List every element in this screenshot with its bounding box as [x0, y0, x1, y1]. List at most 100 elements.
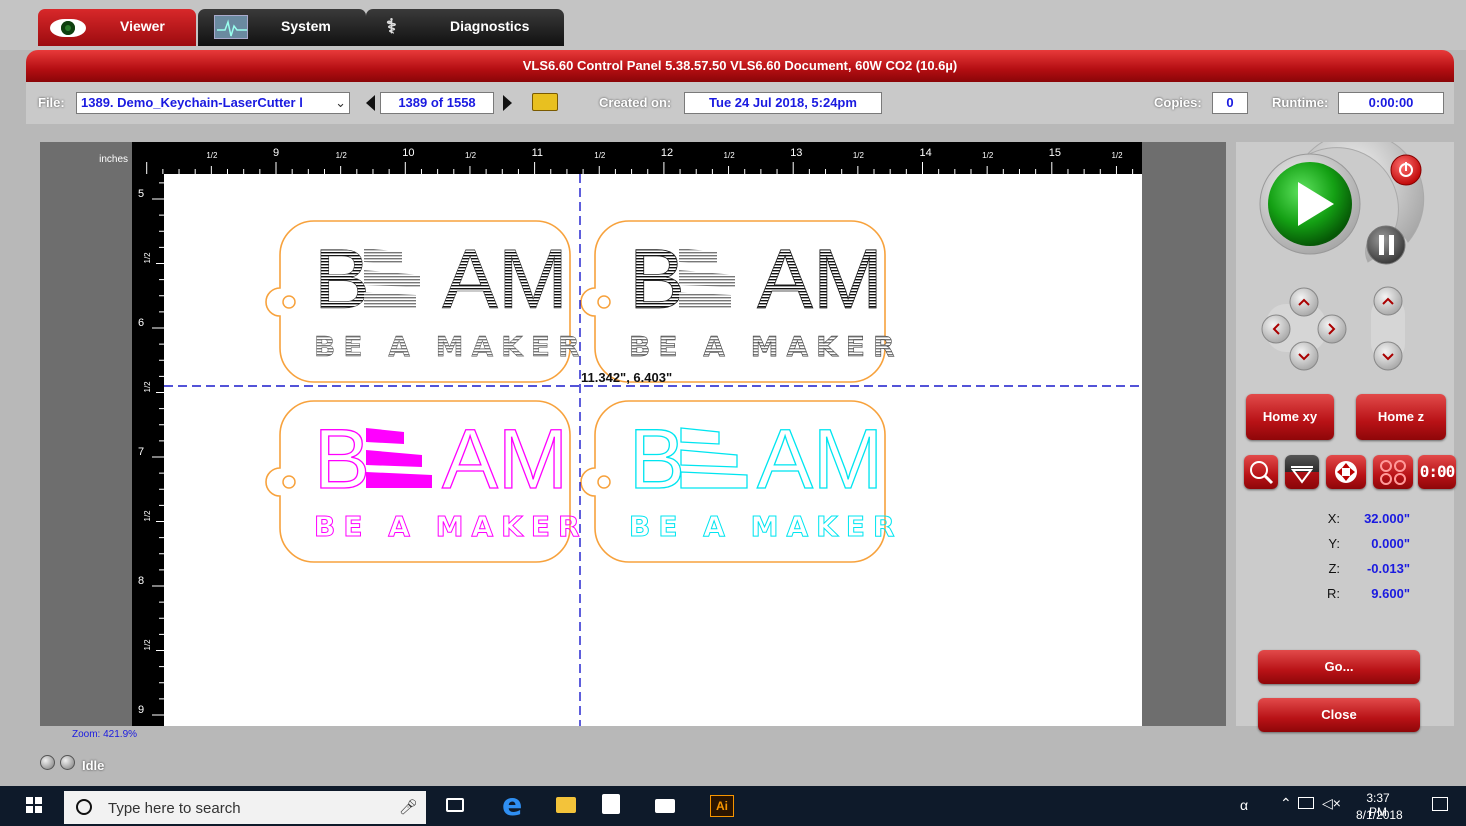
open-folder-icon[interactable]	[532, 93, 558, 111]
store-icon[interactable]	[602, 794, 620, 814]
close-button[interactable]: Close	[1258, 698, 1420, 732]
file-explorer-icon[interactable]	[556, 797, 576, 813]
coord-z-label: Z:	[1328, 561, 1340, 576]
coord-y-value: 0.000"	[1371, 536, 1410, 551]
volume-icon[interactable]: ◁×	[1322, 795, 1341, 812]
job-canvas[interactable]: B AM BE A MAKER B AM BE A MAKER B AM BE …	[164, 174, 1142, 726]
status-bar	[0, 744, 1466, 782]
coord-x-value: 32.000"	[1364, 511, 1410, 526]
tab-system[interactable]: System	[198, 9, 366, 46]
ruler-half-label: 1/2	[143, 252, 152, 264]
taskbar-search[interactable]: Type here to search 🎤︎	[64, 791, 426, 824]
notifications-icon[interactable]	[1432, 797, 1448, 811]
tab-bar: Viewer System ⚕ Diagnostics	[0, 0, 1466, 50]
keychain-e-stripes	[364, 248, 420, 308]
windows-start-icon[interactable]	[26, 797, 42, 813]
clock-date[interactable]: 8/1/2018	[1356, 808, 1403, 822]
pause-button[interactable]	[1366, 225, 1406, 265]
ruler-tick-label: 15	[1049, 147, 1061, 159]
ruler-tick-label: 9	[273, 147, 279, 159]
home-z-button[interactable]: Home z	[1356, 394, 1446, 440]
ruler-half-label: 1/2	[143, 510, 152, 522]
coord-y-label: Y:	[1328, 536, 1340, 551]
microphone-icon[interactable]: 🎤︎	[399, 798, 418, 816]
jog-y-minus-button[interactable]	[1289, 341, 1319, 371]
keychain-magenta[interactable]: B AM BE A MAKER	[265, 400, 588, 563]
home-xy-button[interactable]: Home xy	[1246, 394, 1334, 440]
keychain-tagline: BE A MAKER	[629, 330, 903, 363]
illustrator-icon[interactable]: Ai	[710, 795, 734, 817]
tab-diagnostics[interactable]: ⚕ Diagnostics	[366, 9, 564, 46]
jog-x-minus-button[interactable]	[1261, 314, 1291, 344]
keychain-black-2[interactable]: B AM BE A MAKER	[580, 220, 903, 383]
tab-diagnostics-label: Diagnostics	[450, 18, 530, 34]
focus-icon[interactable]	[1285, 455, 1319, 489]
keychain-tagline: BE A MAKER	[629, 510, 903, 543]
task-view-icon[interactable]	[446, 798, 464, 812]
ruler-tick-label: 9	[138, 704, 144, 716]
go-button[interactable]: Go...	[1258, 650, 1420, 684]
ruler-tick-label: 12	[661, 147, 673, 159]
cortana-icon	[76, 799, 92, 815]
keychain-tagline: BE A MAKER	[314, 330, 588, 363]
runtime-label: Runtime:	[1272, 95, 1329, 110]
chevron-up-icon[interactable]: ⌃	[1280, 795, 1292, 812]
eye-icon	[50, 19, 86, 37]
counter-icon[interactable]: 0:00	[1418, 455, 1456, 489]
keychain-letters-am: AM	[757, 412, 883, 506]
crosshair-readout: 11.342", 6.403"	[581, 370, 672, 385]
jog-y-plus-button[interactable]	[1289, 287, 1319, 317]
mail-icon[interactable]	[655, 799, 675, 813]
keychain-letter-b: B	[629, 412, 685, 506]
key-hole	[282, 295, 296, 309]
edge-icon[interactable]: e	[502, 788, 522, 823]
file-select-value: 1389. Demo_Keychain-LaserCutter l	[81, 95, 303, 110]
zoom-level: Zoom: 421.9%	[72, 729, 138, 740]
jog-z-up-button[interactable]	[1373, 286, 1403, 316]
keychain-e-stripes	[680, 427, 748, 489]
runtime-value: 0:00:00	[1338, 92, 1444, 114]
keychain-letter-b: B	[629, 232, 685, 326]
tab-system-label: System	[281, 18, 331, 34]
file-select[interactable]: 1389. Demo_Keychain-LaserCutter l ⌄	[76, 92, 350, 114]
ruler-tick-label: 13	[790, 147, 802, 159]
keychain-black-1[interactable]: B AM BE A MAKER	[265, 220, 588, 383]
next-file-button[interactable]	[503, 95, 512, 111]
keychain-tagline: BE A MAKER	[314, 510, 588, 543]
ruler-half-label: 1/2	[853, 151, 865, 160]
window-title: VLS6.60 Control Panel 5.38.57.50 VLS6.60…	[26, 50, 1454, 82]
previous-file-button[interactable]	[366, 95, 375, 111]
file-toolbar: File: 1389. Demo_Keychain-LaserCutter l …	[26, 82, 1454, 124]
ruler-tick-label: 7	[138, 446, 144, 458]
keychain-cyan[interactable]: B AM BE A MAKER	[580, 400, 903, 563]
keychain-e-stripes	[366, 428, 432, 488]
chevron-down-icon: ⌄	[335, 95, 346, 110]
pattern-icon[interactable]	[1373, 455, 1413, 489]
ruler-half-label: 1/2	[465, 151, 477, 160]
ruler-half-label: 1/2	[594, 151, 606, 160]
status-led-2	[60, 755, 75, 770]
keychain-e-stripes	[679, 248, 735, 308]
keychain-letters-am: AM	[757, 232, 883, 326]
ruler-tick-label: 8	[138, 575, 144, 587]
ruler-half-label: 1/2	[143, 639, 152, 651]
keychain-letters-am: AM	[442, 412, 568, 506]
tab-viewer-label: Viewer	[120, 18, 165, 34]
copies-field[interactable]: 0	[1212, 92, 1248, 114]
created-date: Tue 24 Jul 2018, 5:24pm	[684, 92, 882, 114]
coord-r-value: 9.600"	[1371, 586, 1410, 601]
ruler-tick-label: 5	[138, 188, 144, 200]
pause-icon	[1379, 235, 1384, 255]
zoom-icon[interactable]	[1244, 455, 1278, 489]
coord-x-label: X:	[1327, 511, 1340, 526]
move-icon[interactable]	[1326, 455, 1366, 489]
network-icon[interactable]	[1298, 797, 1314, 809]
jog-z-down-button[interactable]	[1373, 341, 1403, 371]
people-icon[interactable]: α	[1240, 797, 1248, 813]
ruler-half-label: 1/2	[724, 151, 736, 160]
tab-viewer[interactable]: Viewer	[38, 9, 196, 46]
ruler-units: inches	[40, 142, 132, 174]
ruler-half-label: 1/2	[982, 151, 994, 160]
copies-label: Copies:	[1154, 95, 1202, 110]
jog-x-plus-button[interactable]	[1317, 314, 1347, 344]
